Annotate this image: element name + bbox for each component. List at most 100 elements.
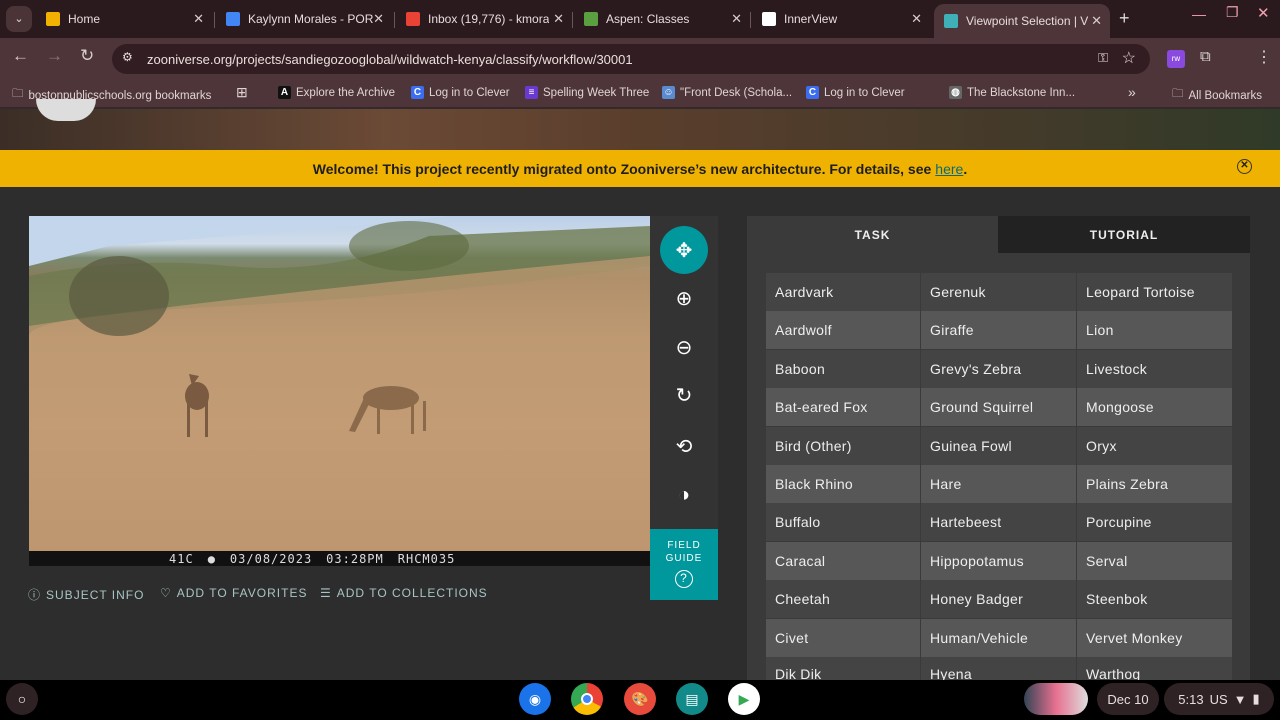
reload-button[interactable]: ↻ <box>80 46 94 66</box>
species-choice[interactable]: Aardvark <box>766 273 920 311</box>
species-choice[interactable]: Buffalo <box>766 503 920 542</box>
species-choice[interactable]: Serval <box>1077 541 1232 580</box>
menu-kebab-icon[interactable]: ⋮ <box>1256 47 1272 67</box>
close-tab-icon[interactable]: ✕ <box>1091 13 1102 29</box>
species-choice[interactable]: Bird (Other) <box>766 426 920 465</box>
species-choice[interactable]: Grevy's Zebra <box>921 349 1076 388</box>
back-button[interactable]: ← <box>12 46 29 66</box>
address-bar[interactable]: ⚙ zooniverse.org/projects/sandiegozooglo… <box>112 44 1150 74</box>
restore-button[interactable]: ❐ <box>1226 4 1239 21</box>
chrome-app-icon[interactable] <box>571 683 603 715</box>
browser-tab[interactable]: Home ✕ <box>36 4 212 34</box>
bookmark-item[interactable]: C Log in to Clever <box>806 86 905 99</box>
species-choice[interactable]: Hartebeest <box>921 503 1076 542</box>
project-avatar <box>36 99 96 121</box>
species-choice[interactable]: Guinea Fowl <box>921 426 1076 465</box>
species-choice[interactable]: Hippopotamus <box>921 541 1076 580</box>
url-text: zooniverse.org/projects/sandiegozoogloba… <box>147 51 633 67</box>
close-tab-icon[interactable]: ✕ <box>731 11 742 27</box>
tab-separator <box>214 12 215 28</box>
extension-icon[interactable]: rw <box>1167 50 1185 68</box>
close-tab-icon[interactable]: ✕ <box>553 11 564 27</box>
species-choice[interactable]: Mongoose <box>1077 388 1232 427</box>
play-store-icon[interactable]: ▶ <box>728 683 760 715</box>
bookmark-favicon-icon: ≡ <box>525 86 538 99</box>
camera-app-icon[interactable]: ◉ <box>519 683 551 715</box>
add-to-favorites-link[interactable]: ♡ ADD TO FAVORITES <box>160 586 307 600</box>
password-key-icon[interactable]: ⚿ <box>1098 50 1108 66</box>
banner-link[interactable]: here <box>935 161 963 177</box>
add-to-collections-link[interactable]: ☰ ADD TO COLLECTIONS <box>320 586 488 600</box>
classroom-app-icon[interactable]: ▤ <box>676 683 708 715</box>
browser-tab[interactable]: Viewpoint Selection | V ✕ <box>934 4 1110 38</box>
species-choice[interactable]: Porcupine <box>1077 503 1232 542</box>
browser-tab[interactable]: Inbox (19,776) - kmora ✕ <box>396 4 572 34</box>
close-window-button[interactable]: ✕ <box>1257 4 1270 22</box>
move-tool-button[interactable]: ✥ <box>660 226 708 274</box>
bookmark-item[interactable]: C Log in to Clever <box>411 86 510 99</box>
species-choice[interactable]: Ground Squirrel <box>921 388 1076 427</box>
species-choice[interactable]: Baboon <box>766 349 920 388</box>
folder-icon: 🗀 <box>1172 88 1184 100</box>
tab-search-button[interactable]: ⌄ <box>6 6 32 32</box>
species-choice[interactable]: Dik Dik <box>766 657 920 680</box>
tab-tutorial[interactable]: TUTORIAL <box>998 216 1250 253</box>
forward-button[interactable]: → <box>46 46 63 66</box>
holding-space-button[interactable] <box>1024 683 1088 715</box>
species-choice[interactable]: Lion <box>1077 311 1232 350</box>
site-info-icon[interactable]: ⚙ <box>122 50 133 64</box>
google-docs-icon <box>226 12 240 26</box>
species-choice[interactable]: Bat-eared Fox <box>766 388 920 427</box>
species-choice[interactable]: Black Rhino <box>766 465 920 503</box>
bookmark-item[interactable]: ≡ Spelling Week Three <box>525 86 649 99</box>
species-choice[interactable]: Hyena <box>921 657 1076 680</box>
field-guide-button[interactable]: FIELD GUIDE ? <box>650 529 718 600</box>
species-choice[interactable]: Oryx <box>1077 426 1232 465</box>
bookmark-favicon-icon: C <box>806 86 819 99</box>
close-tab-icon[interactable]: ✕ <box>911 11 922 27</box>
all-bookmarks-button[interactable]: 🗀 All Bookmarks <box>1172 86 1262 105</box>
subject-image[interactable] <box>29 216 650 565</box>
bookmark-item[interactable]: A Explore the Archive <box>278 86 395 99</box>
date-button[interactable]: Dec 10 <box>1097 683 1159 715</box>
invert-contrast-button[interactable]: ◑ <box>660 471 708 519</box>
species-choice[interactable]: Honey Badger <box>921 580 1076 619</box>
subject-info-link[interactable]: ⓘ SUBJECT INFO <box>28 586 144 603</box>
tab-task[interactable]: TASK <box>747 216 998 253</box>
canvas-app-icon[interactable]: 🎨 <box>624 683 656 715</box>
species-choice[interactable]: Livestock <box>1077 349 1232 388</box>
launcher-button[interactable]: ○ <box>6 683 38 715</box>
browser-tab[interactable]: InnerView ✕ <box>752 4 930 34</box>
species-choice[interactable]: Leopard Tortoise <box>1077 273 1232 311</box>
species-choice[interactable]: Hare <box>921 465 1076 503</box>
apps-grid-icon[interactable]: ⊞ <box>236 84 248 101</box>
reset-button[interactable]: ⟲ <box>660 422 708 470</box>
close-banner-icon[interactable]: ✕ <box>1237 159 1252 174</box>
species-choice[interactable]: Gerenuk <box>921 273 1076 311</box>
bookmarks-overflow-button[interactable]: » <box>1128 84 1136 100</box>
zoom-out-button[interactable]: ⊖ <box>660 323 708 371</box>
close-tab-icon[interactable]: ✕ <box>193 11 204 27</box>
minimize-button[interactable]: — <box>1192 6 1206 22</box>
bookmark-item[interactable]: ☺ "Front Desk (Schola... <box>662 86 792 99</box>
rotate-button[interactable]: ↻ <box>660 371 708 419</box>
species-choice[interactable]: Cheetah <box>766 580 920 619</box>
browser-tab[interactable]: Kaylynn Morales - POR ✕ <box>216 4 392 34</box>
status-area[interactable]: 5:13 US ▼ ▮ <box>1164 683 1274 715</box>
species-choice[interactable]: Human/Vehicle <box>921 618 1076 657</box>
extensions-puzzle-icon[interactable]: ⧉ <box>1200 48 1211 65</box>
species-choice[interactable]: Steenbok <box>1077 580 1232 619</box>
close-tab-icon[interactable]: ✕ <box>373 11 384 27</box>
species-choice[interactable]: Vervet Monkey <box>1077 618 1232 657</box>
species-choice[interactable]: Plains Zebra <box>1077 465 1232 503</box>
browser-tab[interactable]: Aspen: Classes ✕ <box>574 4 750 34</box>
bookmark-item[interactable]: ◍ The Blackstone Inn... <box>949 86 1075 99</box>
species-choice[interactable]: Warthog <box>1077 657 1232 680</box>
zoom-in-button[interactable]: ⊕ <box>660 274 708 322</box>
bookmark-star-icon[interactable]: ☆ <box>1122 48 1136 68</box>
species-choice[interactable]: Caracal <box>766 541 920 580</box>
species-choice[interactable]: Aardwolf <box>766 311 920 350</box>
new-tab-button[interactable]: + <box>1119 8 1130 29</box>
species-choice[interactable]: Giraffe <box>921 311 1076 350</box>
species-choice[interactable]: Civet <box>766 618 920 657</box>
